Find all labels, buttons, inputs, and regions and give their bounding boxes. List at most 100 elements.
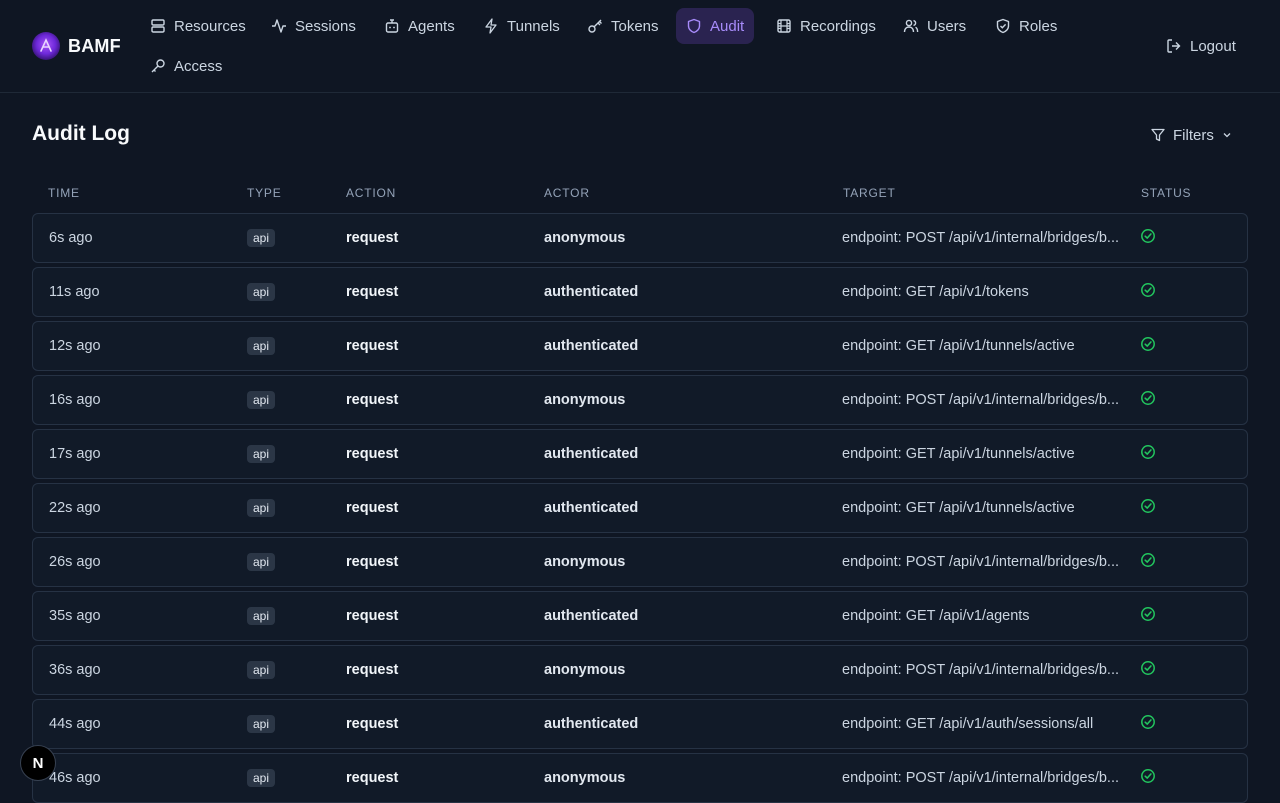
cell-status [1140,754,1156,802]
cell-time: 12s ago [49,322,101,370]
cell-type: api [247,538,276,586]
page-title: Audit Log [32,122,130,145]
column-header-status[interactable]: STATUS [1141,186,1191,200]
cell-status [1140,322,1156,370]
table-row[interactable]: 26s ago api request anonymous endpoint: POST… [32,537,1248,587]
cell-time: 22s ago [49,484,101,532]
actor-text: anonymous [544,554,626,570]
cell-time: 11s ago [49,268,100,316]
type-badge: api [247,715,276,733]
filters-button[interactable]: Filters [1140,118,1243,152]
column-header-target[interactable]: TARGET [843,186,896,200]
target-text: endpoint: POST /api/v1/internal/bridges/… [842,662,1120,678]
check-circle-icon [1140,444,1156,464]
table-row[interactable]: 35s ago api request authenticated endpoint: … [32,591,1248,641]
check-circle-icon [1140,390,1156,410]
table-row[interactable]: 16s ago api request anonymous endpoint: POST… [32,375,1248,425]
nav-item-label: Tunnels [507,17,560,35]
action-text: request [346,338,399,354]
type-badge: api [247,391,276,409]
nextjs-dev-badge[interactable]: N [20,745,56,781]
table-row[interactable]: 46s ago api request anonymous endpoint: POST… [32,753,1248,803]
cell-status [1140,646,1156,694]
cell-target: endpoint: GET /api/v1/auth/sessions/all [842,700,1132,748]
time-text: 46s ago [49,770,101,786]
type-badge: api [247,445,276,463]
type-badge: api [247,661,276,679]
chevron-down-icon [1223,133,1231,138]
nav-item-audit[interactable]: Audit [676,8,755,44]
nav-item-label: Tokens [611,17,659,35]
nav-item-tunnels[interactable]: Tunnels [473,8,570,44]
cell-actor: anonymous [544,538,625,586]
cell-time: 46s ago [49,754,101,802]
table-row[interactable]: 11s ago api request authenticated endpoint: … [32,267,1248,317]
table-row[interactable]: 17s ago api request authenticated endpoint: … [32,429,1248,479]
cell-actor: anonymous [544,646,625,694]
brand[interactable]: BAMF [32,32,121,60]
nav-item-label: Sessions [295,17,356,35]
table-row[interactable]: 36s ago api request anonymous endpoint: POST… [32,645,1248,695]
nav-item-users[interactable]: Users [893,8,976,44]
table-row[interactable]: 22s ago api request authenticated endpoint: … [32,483,1248,533]
cell-time: 35s ago [49,592,101,640]
column-header-time[interactable]: TIME [48,186,80,200]
action-text: request [346,446,399,462]
top-navigation-bar: BAMF Resources Sessions Agents Tunnels T… [0,0,1280,93]
cell-actor: authenticated [544,700,638,748]
cell-actor: authenticated [544,268,638,316]
zap-icon [485,18,497,34]
cell-target: endpoint: GET /api/v1/tunnels/active [842,484,1132,532]
nav-item-agents[interactable]: Agents [374,8,465,44]
table-row[interactable]: 44s ago api request authenticated endpoint: … [32,699,1248,749]
key-round-icon [151,59,165,73]
target-text: endpoint: GET /api/v1/tunnels/active [842,500,1075,516]
nav-item-roles[interactable]: Roles [985,8,1067,44]
column-header-actor[interactable]: ACTOR [544,186,590,200]
cell-time: 16s ago [49,376,101,424]
nav-item-access[interactable]: Access [140,48,232,84]
time-text: 17s ago [49,446,101,462]
cell-actor: authenticated [544,430,638,478]
cell-target: endpoint: POST /api/v1/internal/bridges/… [842,754,1132,802]
actor-text: authenticated [544,446,639,462]
filters-label: Filters [1173,126,1214,144]
action-text: request [346,662,399,678]
nav-item-sessions[interactable]: Sessions [261,8,366,44]
cell-type: api [247,376,276,424]
nav-item-resources[interactable]: Resources [140,8,256,44]
cell-time: 36s ago [49,646,101,694]
target-text: endpoint: POST /api/v1/internal/bridges/… [842,554,1120,570]
check-circle-icon [1140,336,1156,356]
actor-text: authenticated [544,608,639,624]
nav-item-label: Audit [710,17,745,35]
cell-type: api [247,268,276,316]
cell-actor: authenticated [544,592,638,640]
action-text: request [346,554,399,570]
cell-actor: anonymous [544,214,625,262]
column-header-type[interactable]: TYPE [247,186,282,200]
column-header-action[interactable]: ACTION [346,186,396,200]
nav-item-tokens[interactable]: Tokens [577,8,669,44]
actor-text: anonymous [544,662,626,678]
cell-action: request [346,754,398,802]
time-text: 16s ago [49,392,101,408]
table-row[interactable]: 6s ago api request anonymous endpoint: POST … [32,213,1248,263]
nav-item-label: Recordings [800,17,876,35]
cell-action: request [346,592,398,640]
nav-item-recordings[interactable]: Recordings [766,8,886,44]
cell-type: api [247,484,276,532]
action-text: request [346,770,399,786]
key-icon [588,19,602,33]
action-text: request [346,392,399,408]
logout-button[interactable]: Logout [1156,28,1246,64]
table-row[interactable]: 12s ago api request authenticated endpoint: … [32,321,1248,371]
cell-target: endpoint: GET /api/v1/tunnels/active [842,322,1132,370]
action-text: request [346,716,399,732]
cell-time: 17s ago [49,430,101,478]
actor-text: authenticated [544,500,639,516]
shield-check-icon [996,18,1010,34]
cell-action: request [346,700,398,748]
cell-target: endpoint: POST /api/v1/internal/bridges/… [842,376,1132,424]
cell-actor: authenticated [544,484,638,532]
